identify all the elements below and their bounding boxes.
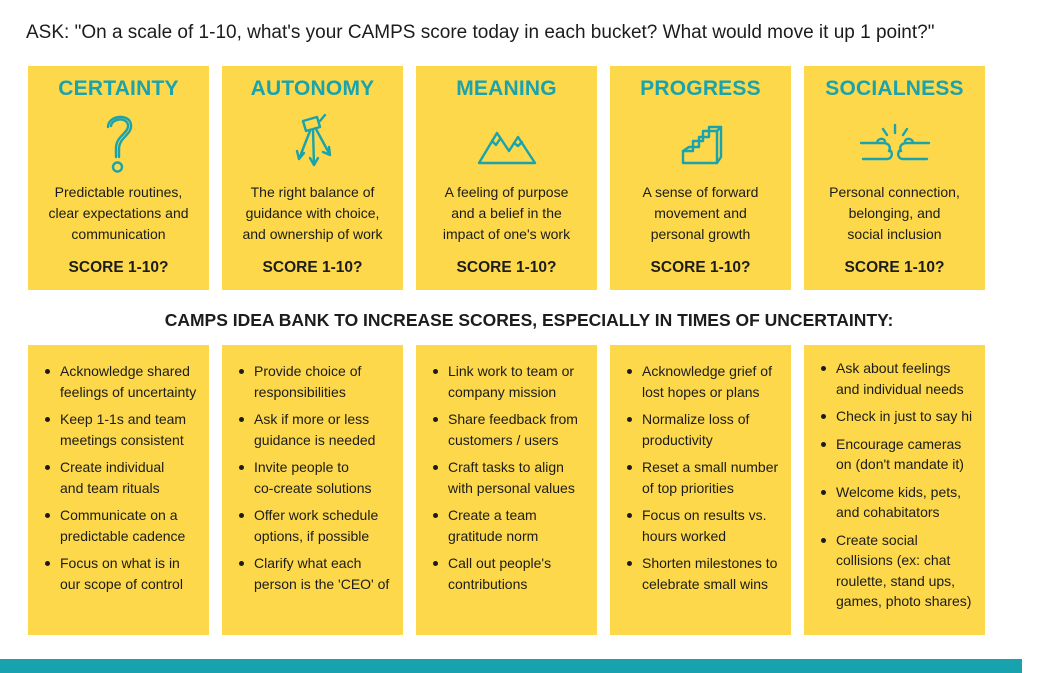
idea-item: Create individual and team rituals (42, 457, 199, 498)
bucket-score-prompt: SCORE 1-10? (262, 259, 363, 276)
bucket-description: The right balance of guidance with choic… (242, 184, 383, 242)
idea-list: Ask about feelings and individual needs … (818, 358, 975, 612)
idea-item: Link work to team or company mission (430, 361, 587, 402)
stairs-icon (681, 125, 722, 165)
idea-item: Create a team gratitude norm (430, 505, 587, 546)
bucket-progress: PROGRESS A sense of forward movement and… (610, 66, 791, 290)
bucket-certainty: CERTAINTY Predictable routines, clear ex… (28, 66, 209, 290)
idea-item: Ask about feelings and individual needs (818, 358, 975, 399)
bucket-title: AUTONOMY (250, 77, 375, 100)
idea-bank-autonomy: Provide choice of responsibilities Ask i… (222, 345, 403, 635)
idea-item: Focus on what is in our scope of control (42, 553, 199, 594)
idea-list: Provide choice of responsibilities Ask i… (236, 361, 393, 594)
idea-item: Acknowledge grief of lost hopes or plans (624, 361, 781, 402)
idea-item: Clarify what each person is the 'CEO' of (236, 553, 393, 594)
idea-bank-socialness: Ask about feelings and individual needs … (804, 345, 985, 635)
question-mark-icon (106, 115, 132, 173)
fist-bump-icon (859, 123, 930, 161)
idea-item: Create social collisions (ex: chat roule… (818, 530, 975, 612)
idea-item: Reset a small number of top priorities (624, 457, 781, 498)
bucket-score-prompt: SCORE 1-10? (650, 259, 751, 276)
bucket-description: Personal connection, belonging, and soci… (829, 184, 960, 242)
idea-item: Focus on results vs. hours worked (624, 505, 781, 546)
idea-list: Link work to team or company mission Sha… (430, 361, 587, 594)
idea-item: Communicate on a predictable cadence (42, 505, 199, 546)
idea-bank-progress: Acknowledge grief of lost hopes or plans… (610, 345, 791, 635)
bucket-description: Predictable routines, clear expectations… (48, 184, 189, 242)
idea-item: Ask if more or less guidance is needed (236, 409, 393, 450)
idea-item: Keep 1-1s and team meetings consistent (42, 409, 199, 450)
bucket-score-prompt: SCORE 1-10? (68, 259, 169, 276)
bucket-title: SOCIALNESS (825, 77, 964, 100)
bucket-score-prompt: SCORE 1-10? (844, 259, 945, 276)
branching-arrows-icon (295, 113, 331, 167)
bucket-meaning: MEANING A feeling of purpose and a belie… (416, 66, 597, 290)
idea-item: Provide choice of responsibilities (236, 361, 393, 402)
idea-item: Check in just to say hi (818, 406, 975, 427)
idea-item: Call out people's contributions (430, 553, 587, 594)
idea-bank-certainty: Acknowledge shared feelings of uncertain… (28, 345, 209, 635)
idea-list: Acknowledge grief of lost hopes or plans… (624, 361, 781, 594)
idea-bank-meaning: Link work to team or company mission Sha… (416, 345, 597, 635)
ask-prompt: ASK: "On a scale of 1-10, what's your CA… (26, 22, 935, 43)
idea-item: Offer work schedule options, if possible (236, 505, 393, 546)
idea-item: Invite people to co-create solutions (236, 457, 393, 498)
mountains-icon (477, 131, 536, 165)
bucket-description: A sense of forward movement and personal… (642, 184, 759, 242)
idea-item: Share feedback from customers / users (430, 409, 587, 450)
idea-item: Shorten milestones to celebrate small wi… (624, 553, 781, 594)
idea-list: Acknowledge shared feelings of uncertain… (42, 361, 199, 594)
idea-item: Normalize loss of productivity (624, 409, 781, 450)
bucket-title: PROGRESS (640, 77, 761, 100)
idea-item: Encourage cameras on (don't mandate it) (818, 434, 975, 475)
idea-bank-heading: CAMPS IDEA BANK TO INCREASE SCORES, ESPE… (164, 310, 894, 330)
bucket-title: CERTAINTY (58, 77, 179, 100)
bucket-score-prompt: SCORE 1-10? (456, 259, 557, 276)
idea-item: Acknowledge shared feelings of uncertain… (42, 361, 199, 402)
footer-accent-bar (0, 659, 1022, 673)
bucket-socialness: SOCIALNESS Personal connection, belongin… (804, 66, 985, 290)
bucket-autonomy: AUTONOMY The right balance of guidance w… (222, 66, 403, 290)
idea-item: Craft tasks to align with personal value… (430, 457, 587, 498)
bucket-title: MEANING (456, 77, 557, 100)
idea-item: Welcome kids, pets, and cohabitators (818, 482, 975, 523)
bucket-description: A feeling of purpose and a belief in the… (442, 184, 571, 242)
